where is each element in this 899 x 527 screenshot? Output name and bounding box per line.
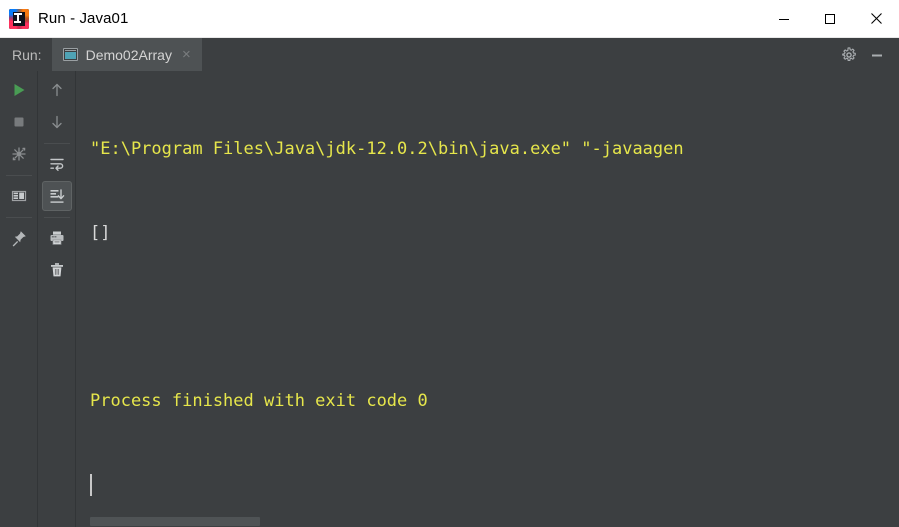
tab-label: Demo02Array	[85, 46, 172, 63]
maximize-icon[interactable]	[807, 0, 853, 38]
console-line-stdout: []	[90, 223, 111, 243]
trash-icon[interactable]	[42, 255, 72, 285]
close-icon[interactable]	[853, 0, 899, 38]
arrow-up-icon[interactable]	[42, 75, 72, 105]
toolwindow-header-actions	[837, 38, 899, 71]
console-output[interactable]: "E:\Program Files\Java\jdk-12.0.2\bin\ja…	[76, 71, 899, 527]
minimize-icon[interactable]	[761, 0, 807, 38]
window-titlebar: Run - Java01	[0, 0, 899, 38]
print-icon[interactable]	[42, 223, 72, 253]
run-label: Run:	[12, 46, 42, 63]
rerun-button[interactable]	[4, 75, 34, 105]
console-line-exit: Process finished with exit code 0	[90, 391, 428, 411]
console-caret-line	[90, 471, 684, 499]
arrow-down-icon[interactable]	[42, 107, 72, 137]
scroll-to-end-icon[interactable]	[41, 181, 72, 211]
toolbar-divider	[43, 143, 70, 144]
pin-icon[interactable]	[4, 223, 34, 253]
window-controls	[761, 0, 899, 38]
settings-gear-icon[interactable]	[837, 43, 861, 67]
run-toolbar	[0, 71, 76, 527]
toolbar-divider	[5, 175, 32, 176]
run-toolbar-primary	[0, 71, 38, 527]
tab-demo02array[interactable]: Demo02Array ×	[51, 38, 202, 71]
text-caret	[90, 474, 92, 496]
horizontal-scrollbar-thumb[interactable]	[90, 517, 260, 526]
horizontal-scrollbar[interactable]	[76, 514, 899, 527]
restore-layout-icon[interactable]	[4, 181, 34, 211]
console-line-command: "E:\Program Files\Java\jdk-12.0.2\bin\ja…	[90, 139, 684, 159]
close-icon[interactable]: ×	[180, 47, 193, 62]
run-tool-window: Run - Java01 Run: Demo02Array × "E:\Prog…	[0, 0, 899, 527]
toolbar-divider	[5, 217, 32, 218]
toolwindow-header: Run: Demo02Array ×	[0, 38, 899, 71]
intellij-idea-icon	[9, 8, 29, 29]
thread-dump-icon[interactable]	[4, 139, 34, 169]
console-icon	[62, 48, 78, 61]
window-title: Run - Java01	[38, 10, 129, 27]
console-text: "E:\Program Files\Java\jdk-12.0.2\bin\ja…	[76, 71, 684, 527]
soft-wrap-icon[interactable]	[42, 149, 72, 179]
toolbar-divider	[43, 217, 70, 218]
stop-button[interactable]	[4, 107, 34, 137]
run-toolbar-secondary	[38, 71, 76, 527]
hide-window-icon[interactable]	[865, 43, 889, 67]
